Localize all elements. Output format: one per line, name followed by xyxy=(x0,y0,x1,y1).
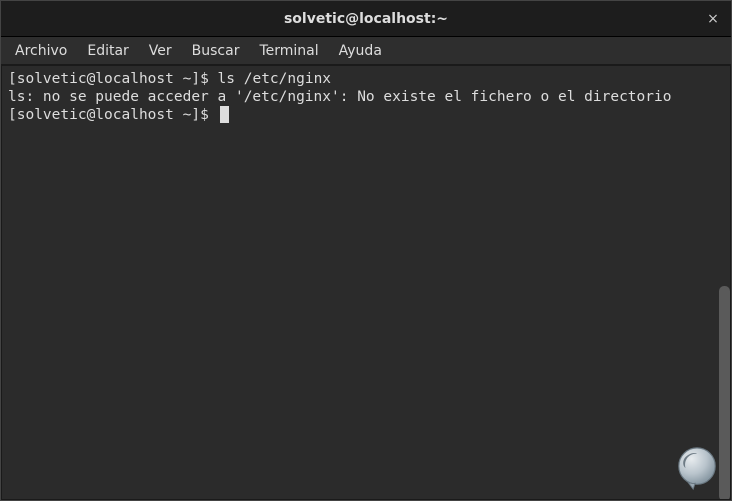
terminal-output-area[interactable]: [solvetic@localhost ~]$ ls /etc/nginx ls… xyxy=(2,66,730,499)
window-title: solvetic@localhost:~ xyxy=(284,11,448,27)
terminal-line: [solvetic@localhost ~]$ ls /etc/nginx xyxy=(8,70,724,88)
menubar: Archivo Editar Ver Buscar Terminal Ayuda xyxy=(1,37,731,65)
menu-ver[interactable]: Ver xyxy=(139,39,182,63)
command-text: ls /etc/nginx xyxy=(218,71,332,87)
prompt-bracket-close: ]$ xyxy=(191,71,217,87)
close-icon: × xyxy=(707,11,719,27)
terminal-line: ls: no se puede acceder a '/etc/nginx': … xyxy=(8,88,724,106)
menu-editar[interactable]: Editar xyxy=(77,39,138,63)
menu-buscar[interactable]: Buscar xyxy=(182,39,250,63)
terminal-line: [solvetic@localhost ~]$ xyxy=(8,106,724,124)
prompt-userhost: solvetic@localhost ~ xyxy=(17,107,192,123)
menu-archivo[interactable]: Archivo xyxy=(5,39,77,63)
output-text: ls: no se puede acceder a '/etc/nginx': … xyxy=(8,89,671,105)
prompt-bracket-open: [ xyxy=(8,71,17,87)
prompt-userhost: solvetic@localhost ~ xyxy=(17,71,192,87)
scrollbar-thumb[interactable] xyxy=(719,286,730,499)
cursor-block xyxy=(220,106,229,123)
menu-terminal[interactable]: Terminal xyxy=(249,39,328,63)
menu-ayuda[interactable]: Ayuda xyxy=(329,39,392,63)
close-button[interactable]: × xyxy=(703,9,723,29)
titlebar: solvetic@localhost:~ × xyxy=(1,1,731,37)
chat-bubble-icon[interactable] xyxy=(674,445,720,491)
terminal-window: solvetic@localhost:~ × Archivo Editar Ve… xyxy=(0,0,732,501)
prompt-bracket-open: [ xyxy=(8,107,17,123)
prompt-bracket-close: ]$ xyxy=(191,107,217,123)
